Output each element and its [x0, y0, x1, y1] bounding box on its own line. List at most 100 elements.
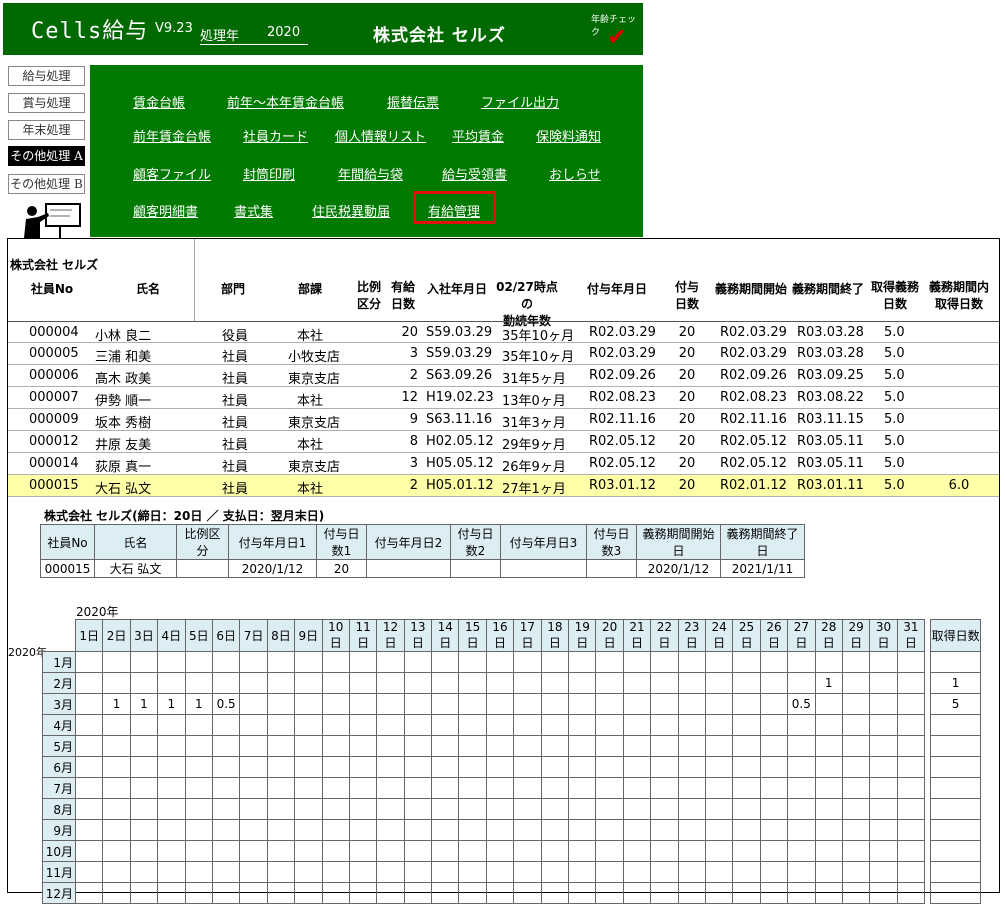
calendar-day-cell[interactable]: [568, 756, 597, 778]
cell-obligation[interactable]: 5.0: [884, 325, 905, 340]
calendar-day-cell[interactable]: [431, 798, 460, 820]
calendar-day-cell[interactable]: [540, 798, 570, 820]
cell-grant-date[interactable]: R02.03.29: [589, 325, 656, 340]
calendar-day-cell[interactable]: [431, 693, 460, 715]
detail-value-cell[interactable]: 2021/1/11: [720, 559, 805, 578]
calendar-day-cell[interactable]: 1: [814, 672, 843, 694]
menu-salary-processing[interactable]: 給与処理: [8, 66, 85, 86]
calendar-day-cell[interactable]: [211, 756, 241, 778]
calendar-day-cell[interactable]: [622, 798, 652, 820]
calendar-day-cell[interactable]: [403, 693, 433, 715]
cell-emp-no[interactable]: 000005: [29, 346, 79, 361]
menu-wage-ledger[interactable]: 賃金台帳: [133, 92, 185, 111]
calendar-day-cell[interactable]: [376, 840, 405, 862]
calendar-day-cell[interactable]: [266, 777, 296, 799]
cell-tenure[interactable]: 35年10ヶ月: [502, 325, 574, 344]
calendar-day-cell[interactable]: [431, 861, 460, 883]
cell-dept[interactable]: 社員: [222, 456, 248, 475]
menu-annual-pay-envelope[interactable]: 年間給与袋: [338, 164, 403, 183]
calendar-day-cell[interactable]: [266, 651, 296, 673]
calendar-day-cell[interactable]: [239, 735, 268, 757]
calendar-day-cell[interactable]: [321, 651, 350, 673]
calendar-day-cell[interactable]: [732, 714, 761, 736]
calendar-day-cell[interactable]: [184, 735, 213, 757]
calendar-day-cell[interactable]: [540, 861, 570, 883]
calendar-day-cell[interactable]: [431, 672, 460, 694]
calendar-day-cell[interactable]: [294, 651, 323, 673]
calendar-day-cell[interactable]: [513, 861, 542, 883]
cell-paid-days[interactable]: 20: [388, 325, 418, 340]
calendar-day-cell[interactable]: [321, 756, 350, 778]
calendar-day-cell[interactable]: [485, 798, 515, 820]
menu-transfer-slip[interactable]: 振替伝票: [387, 92, 439, 111]
calendar-day-cell[interactable]: [568, 840, 597, 862]
calendar-day-cell[interactable]: [787, 777, 816, 799]
calendar-day-cell[interactable]: [266, 693, 296, 715]
calendar-day-cell[interactable]: [74, 819, 104, 841]
calendar-day-cell[interactable]: [211, 672, 241, 694]
calendar-day-cell[interactable]: [622, 882, 652, 904]
calendar-day-cell[interactable]: [732, 861, 761, 883]
calendar-day-cell[interactable]: [622, 714, 652, 736]
calendar-day-cell[interactable]: [650, 819, 679, 841]
calendar-day-cell[interactable]: [129, 672, 159, 694]
calendar-day-cell[interactable]: [403, 672, 433, 694]
cell-obligation[interactable]: 5.0: [884, 346, 905, 361]
menu-client-statement[interactable]: 顧客明細書: [133, 201, 198, 220]
calendar-day-cell[interactable]: [157, 840, 186, 862]
calendar-day-cell[interactable]: [376, 882, 405, 904]
calendar-day-cell[interactable]: [348, 672, 378, 694]
calendar-day-cell[interactable]: [704, 756, 734, 778]
calendar-day-cell[interactable]: [294, 693, 323, 715]
calendar-day-cell[interactable]: [841, 840, 871, 862]
calendar-day-cell[interactable]: [239, 798, 268, 820]
calendar-day-cell[interactable]: [458, 756, 487, 778]
calendar-day-cell[interactable]: [458, 798, 487, 820]
calendar-day-cell[interactable]: [348, 882, 378, 904]
calendar-day-cell[interactable]: [157, 714, 186, 736]
cell-grant-date[interactable]: R02.05.12: [589, 434, 656, 449]
calendar-day-cell[interactable]: [266, 861, 296, 883]
calendar-day-cell[interactable]: [814, 882, 843, 904]
cell-period-start[interactable]: R02.01.12: [720, 478, 787, 493]
cell-period-end[interactable]: R03.05.11: [797, 434, 864, 449]
calendar-day-cell[interactable]: [184, 777, 213, 799]
cell-paid-days[interactable]: 3: [388, 346, 418, 361]
calendar-day-cell[interactable]: [513, 672, 542, 694]
calendar-day-cell[interactable]: [677, 777, 706, 799]
calendar-day-cell[interactable]: [74, 693, 104, 715]
cell-paid-days[interactable]: 2: [388, 478, 418, 493]
cell-tenure[interactable]: 29年9ヶ月: [502, 434, 566, 453]
calendar-day-cell[interactable]: [211, 798, 241, 820]
calendar-day-cell[interactable]: [74, 735, 104, 757]
calendar-day-cell[interactable]: [321, 819, 350, 841]
calendar-day-cell[interactable]: [841, 798, 871, 820]
calendar-day-cell[interactable]: [513, 819, 542, 841]
calendar-day-cell[interactable]: [787, 861, 816, 883]
detail-value-cell[interactable]: [366, 559, 451, 578]
calendar-day-cell[interactable]: [568, 819, 597, 841]
calendar-day-cell[interactable]: [814, 735, 843, 757]
detail-value-cell[interactable]: 000015: [40, 559, 95, 578]
cell-dept[interactable]: 社員: [222, 478, 248, 497]
calendar-day-cell[interactable]: [266, 840, 296, 862]
calendar-day-cell[interactable]: [540, 777, 570, 799]
cell-obligation[interactable]: 5.0: [884, 456, 905, 471]
calendar-day-cell[interactable]: [129, 777, 159, 799]
cell-grant-days[interactable]: 20: [672, 368, 702, 383]
calendar-day-cell[interactable]: [540, 840, 570, 862]
calendar-day-cell[interactable]: [622, 777, 652, 799]
calendar-day-cell[interactable]: [568, 798, 597, 820]
menu-year-end-processing[interactable]: 年末処理: [8, 120, 85, 140]
cell-obligation[interactable]: 5.0: [884, 368, 905, 383]
calendar-day-cell[interactable]: [376, 756, 405, 778]
calendar-day-cell[interactable]: [622, 861, 652, 883]
calendar-day-cell[interactable]: [650, 840, 679, 862]
calendar-day-cell[interactable]: [595, 735, 624, 757]
calendar-day-cell[interactable]: [376, 777, 405, 799]
calendar-day-cell[interactable]: [431, 735, 460, 757]
calendar-day-cell[interactable]: [294, 735, 323, 757]
cell-grant-days[interactable]: 20: [672, 390, 702, 405]
calendar-day-cell[interactable]: [513, 777, 542, 799]
cell-dept[interactable]: 社員: [222, 346, 248, 365]
